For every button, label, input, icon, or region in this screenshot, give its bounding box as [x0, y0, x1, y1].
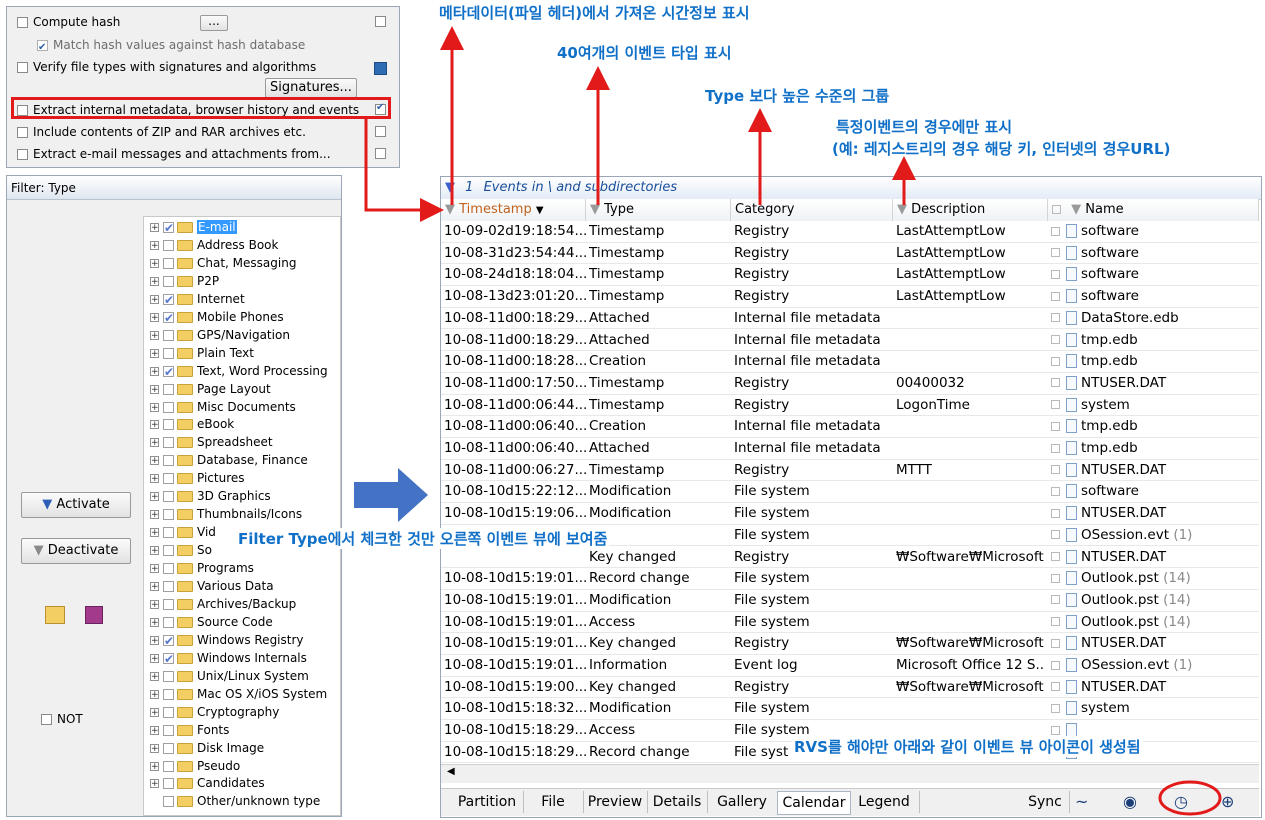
- annotation-arrows: [354, 26, 1222, 816]
- big-right-arrow: [354, 468, 428, 522]
- arrow-metadata-to-events: [364, 118, 444, 222]
- rvs-icon-highlight: [1158, 780, 1222, 816]
